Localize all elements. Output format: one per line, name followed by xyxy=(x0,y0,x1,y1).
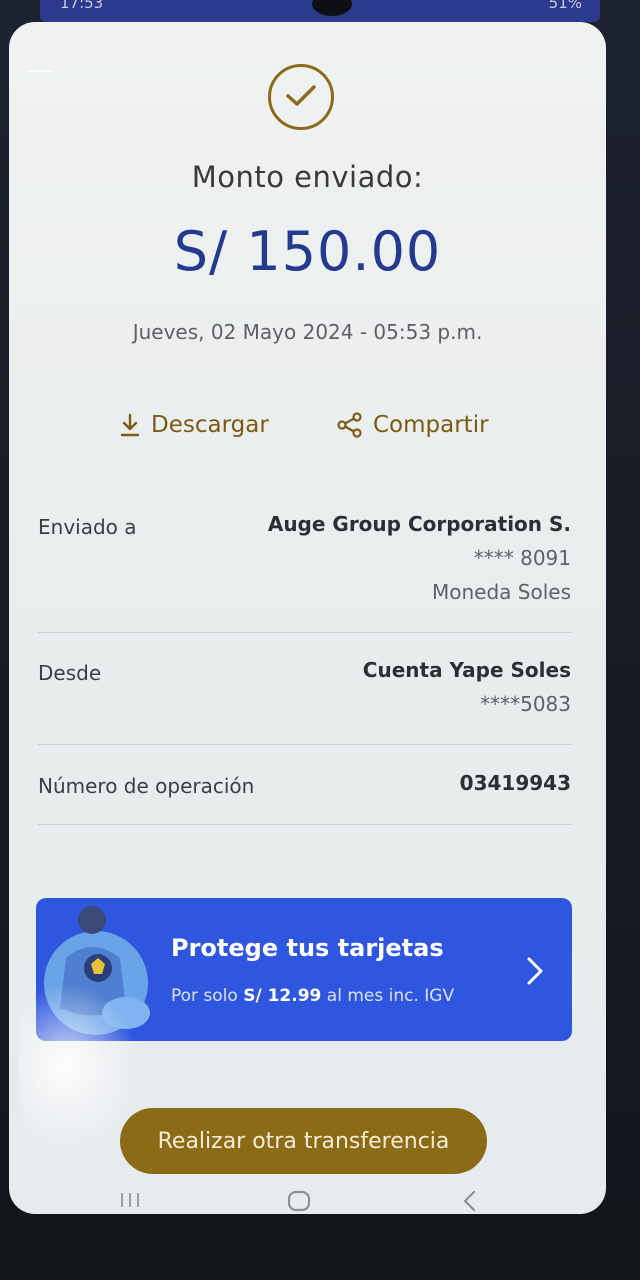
phone-frame: 17:53 51% Monto enviado: S/ 150.00 Jueve… xyxy=(0,0,640,1280)
detail-row-source: Desde Cuenta Yape Soles ****5083 xyxy=(38,658,571,731)
share-label: Compartir xyxy=(373,412,489,438)
back-icon[interactable] xyxy=(461,1190,477,1214)
receipt-actions: Descargar Compartir xyxy=(9,412,606,452)
banner-sub-suffix: al mes inc. IGV xyxy=(321,986,455,1006)
operation-number: 03419943 xyxy=(459,771,571,795)
source-values: Cuenta Yape Soles ****5083 xyxy=(363,653,571,721)
banner-sub-prefix: Por solo xyxy=(171,986,244,1006)
share-button[interactable]: Compartir xyxy=(337,412,489,438)
source-account: ****5083 xyxy=(480,692,571,716)
recent-apps-icon[interactable] xyxy=(119,1190,141,1214)
divider xyxy=(38,824,571,825)
detail-row-recipient: Enviado a Auge Group Corporation S. ****… xyxy=(38,512,571,615)
recipient-currency: Moneda Soles xyxy=(432,580,571,604)
divider xyxy=(38,744,571,745)
check-icon xyxy=(268,64,334,130)
card-protection-banner[interactable]: Protege tus tarjetas Por solo S/ 12.99 a… xyxy=(36,898,572,1041)
banner-subtitle: Por solo S/ 12.99 al mes inc. IGV xyxy=(171,986,454,1006)
detail-row-operation: Número de operación 03419943 xyxy=(38,771,571,808)
home-icon[interactable] xyxy=(287,1190,311,1214)
recipient-values: Auge Group Corporation S. **** 8091 Mone… xyxy=(268,507,571,609)
status-bar: 17:53 51% xyxy=(40,0,600,22)
source-account-name: Cuenta Yape Soles xyxy=(362,658,571,682)
recipient-account: **** 8091 xyxy=(473,546,571,570)
status-battery: 51% xyxy=(548,0,582,12)
divider xyxy=(38,632,571,633)
source-label: Desde xyxy=(38,661,102,685)
transaction-datetime: Jueves, 02 Mayo 2024 - 05:53 p.m. xyxy=(132,320,483,344)
chevron-right-icon xyxy=(526,956,544,990)
banner-title: Protege tus tarjetas xyxy=(171,934,444,962)
banner-price: S/ 12.99 xyxy=(243,986,322,1006)
menu-icon[interactable] xyxy=(27,70,53,72)
page-title: Monto enviado: xyxy=(191,160,424,194)
operation-label: Número de operación xyxy=(38,774,255,798)
camera-notch xyxy=(312,0,352,16)
download-button[interactable]: Descargar xyxy=(119,412,269,438)
operation-values: 03419943 xyxy=(460,766,571,800)
superhero-illustration xyxy=(44,906,150,1035)
download-label: Descargar xyxy=(151,412,269,438)
status-time: 17:53 xyxy=(60,0,104,12)
new-transfer-button[interactable]: Realizar otra transferencia xyxy=(120,1108,487,1174)
recipient-name: Auge Group Corporation S. xyxy=(267,512,571,536)
share-icon xyxy=(337,412,363,438)
receipt-screen: Monto enviado: S/ 150.00 Jueves, 02 Mayo… xyxy=(9,22,606,1214)
sent-amount: S/ 150.00 xyxy=(173,220,442,283)
recipient-label: Enviado a xyxy=(38,515,137,539)
download-icon xyxy=(119,413,141,437)
system-nav-bar xyxy=(9,1190,606,1214)
